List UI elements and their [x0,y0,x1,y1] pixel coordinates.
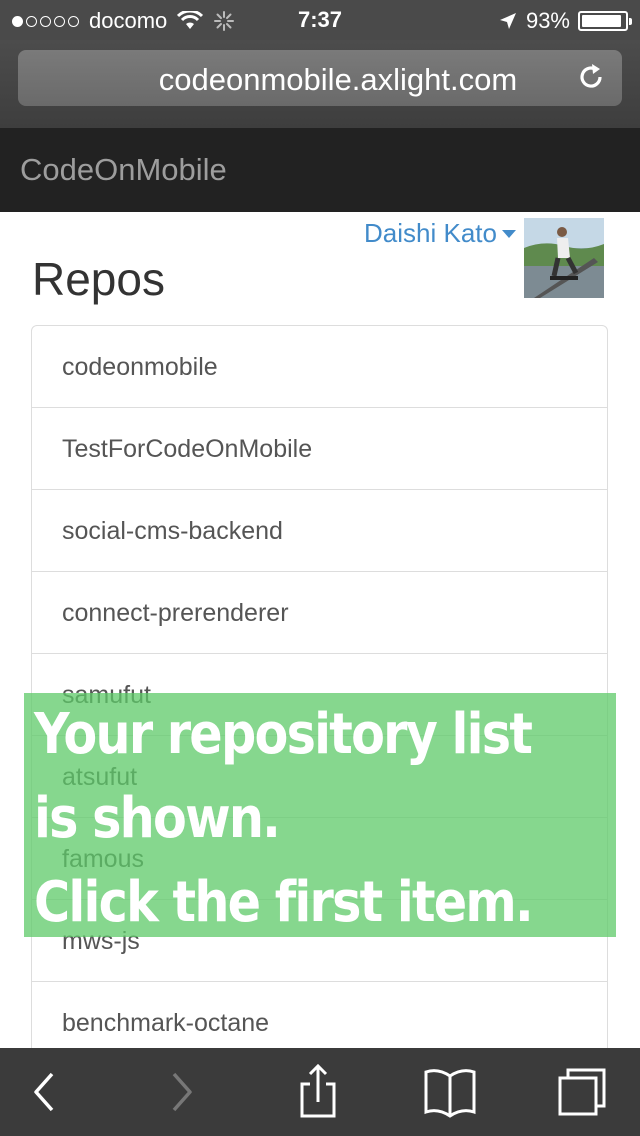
battery-icon [578,11,632,31]
caret-down-icon[interactable] [502,229,516,238]
repo-list-item[interactable]: connect-prerenderer [32,572,607,654]
browser-address-area: codeonmobile.axlight.com [0,40,640,128]
tutorial-text: Your repository list is shown. Click the… [34,693,544,945]
address-bar[interactable]: codeonmobile.axlight.com [18,50,622,106]
location-arrow-icon [499,13,516,29]
battery-percent: 93% [525,8,570,33]
repo-list-item[interactable]: TestForCodeOnMobile [32,408,607,490]
avatar [524,218,604,298]
app-navbar: CodeOnMobile [0,128,640,212]
tutorial-line-2: is shown. [34,786,281,851]
forward-icon[interactable] [152,1064,212,1120]
page-title: Repos [32,253,165,305]
repo-list-item[interactable]: social-cms-backend [32,490,607,572]
tutorial-overlay: Your repository list is shown. Click the… [24,693,616,937]
share-icon[interactable] [288,1064,348,1120]
user-dropdown[interactable]: Daishi Kato [364,218,516,249]
status-right: 93% [498,8,632,34]
tutorial-line-1: Your repository list [34,702,533,767]
user-name[interactable]: Daishi Kato [364,218,497,249]
tutorial-line-3: Click the first item. [34,870,534,935]
bookmarks-icon[interactable] [420,1064,480,1120]
repo-list-item[interactable]: codeonmobile [32,326,607,408]
reload-icon[interactable] [576,62,606,92]
app-brand[interactable]: CodeOnMobile [20,152,227,188]
browser-toolbar [0,1048,640,1136]
back-icon[interactable] [14,1064,74,1120]
tabs-icon[interactable] [552,1064,612,1120]
status-bar: docomo 7:37 93% [0,0,640,40]
address-url[interactable]: codeonmobile.axlight.com [18,62,640,98]
